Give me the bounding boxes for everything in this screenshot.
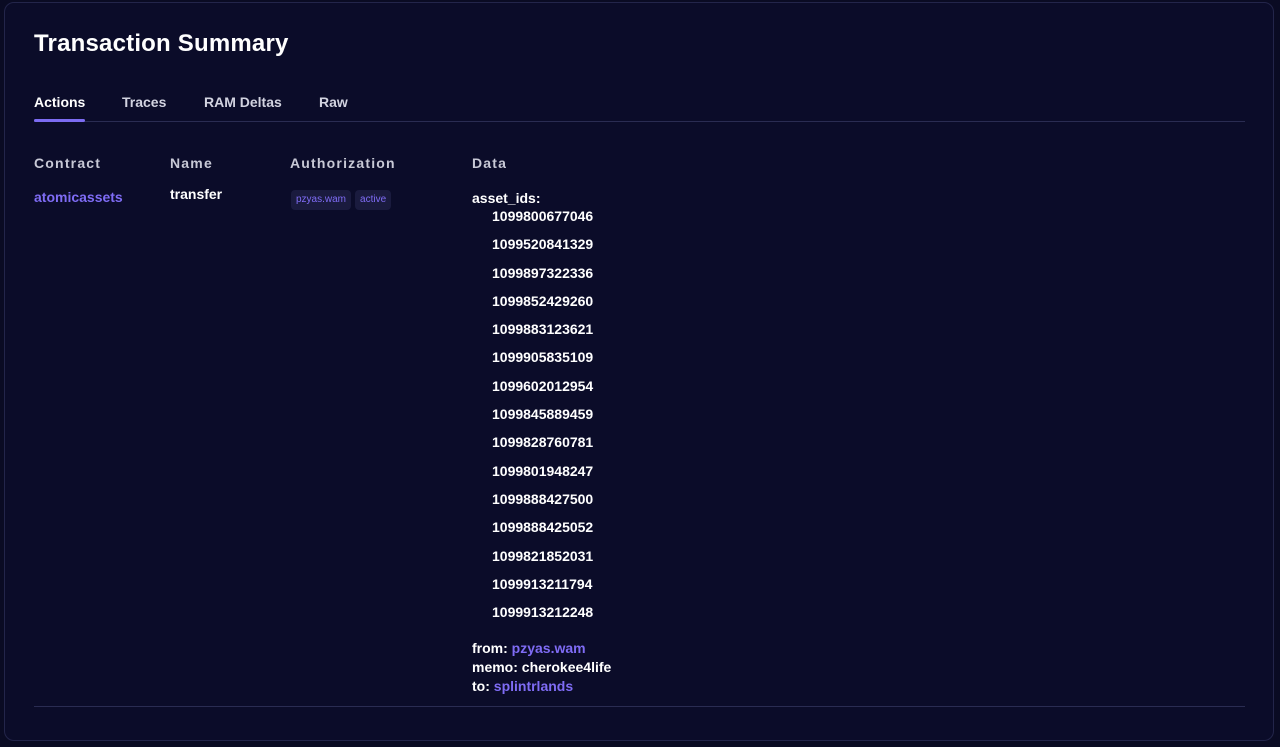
asset-id: 1099801948247 [492, 462, 594, 479]
asset-id: 1099897322336 [492, 264, 594, 281]
asset-id: 1099888427500 [492, 490, 594, 507]
table-bottom-divider [34, 706, 1245, 707]
authorization-actor-badge[interactable]: pzyas.wam [291, 190, 352, 210]
asset-id: 1099821852031 [492, 547, 594, 564]
to-account-link[interactable]: splintrlands [494, 678, 573, 694]
memo-label: memo: [472, 659, 518, 676]
asset-id: 1099602012954 [492, 377, 594, 394]
asset-id: 1099888425052 [492, 519, 594, 536]
tab-ram-deltas[interactable]: RAM Deltas [204, 93, 282, 121]
to-label: to: [472, 678, 490, 695]
contract-link[interactable]: atomicassets [34, 189, 123, 205]
column-header-contract: Contract [34, 155, 102, 171]
tab-actions[interactable]: Actions [34, 93, 86, 122]
action-data: asset_ids: 1099800677046 1099520841329 1… [472, 189, 611, 696]
asset-id: 1099845889459 [492, 406, 594, 423]
asset-id: 1099828760781 [492, 434, 594, 451]
asset-ids-list: 1099800677046 1099520841329 109989732233… [472, 207, 611, 631]
column-header-data: Data [472, 155, 508, 171]
page-title: Transaction Summary [34, 30, 289, 57]
authorization-badges: pzyas.wam active [291, 190, 392, 210]
transaction-summary-card: Transaction Summary Actions Traces RAM D… [4, 2, 1274, 741]
tab-bar: Actions Traces RAM Deltas Raw [34, 93, 1245, 122]
asset-id: 1099883123621 [492, 321, 594, 338]
column-header-authorization: Authorization [290, 155, 396, 171]
authorization-permission-badge: active [355, 190, 392, 210]
asset-id: 1099852429260 [492, 292, 594, 309]
asset-id: 1099520841329 [492, 236, 594, 253]
to-field: to: splintrlands [472, 677, 611, 696]
asset-id: 1099800677046 [492, 208, 594, 224]
memo-field: memo: cherokee4life [472, 658, 611, 677]
tab-raw[interactable]: Raw [319, 93, 348, 121]
from-account-link[interactable]: pzyas.wam [512, 640, 586, 656]
action-name: transfer [170, 186, 223, 202]
tab-traces[interactable]: Traces [122, 93, 166, 121]
asset-id: 1099913211794 [492, 575, 593, 592]
transfer-details: from: pzyas.wam memo: cherokee4life to: … [472, 639, 611, 696]
from-label: from: [472, 640, 508, 657]
from-field: from: pzyas.wam [472, 639, 611, 658]
memo-value: cherokee4life [521, 659, 612, 676]
asset-id: 1099913212248 [492, 604, 594, 621]
asset-ids-label: asset_ids: [472, 190, 541, 206]
column-header-name: Name [170, 155, 213, 171]
asset-id: 1099905835109 [492, 349, 594, 366]
